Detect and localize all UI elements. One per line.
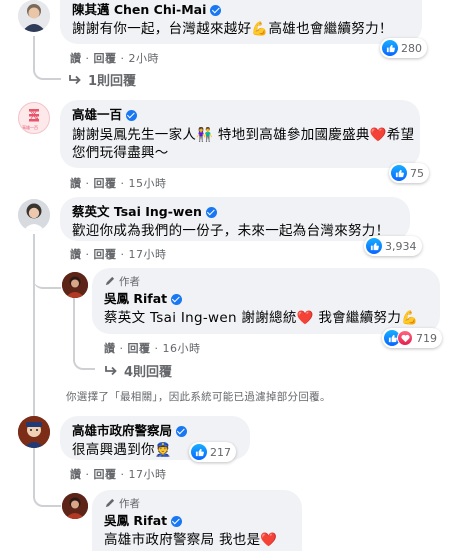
comment-bubble: 陳其邁 Chen Chi-Mai 謝謝有你一起，台灣越來越好💪高雄也會繼續努力！: [60, 0, 422, 44]
filter-note: 你選擇了「最相關」，因此系統可能已過濾掉部分回覆。: [66, 391, 331, 403]
comment-text-line: 謝謝吳鳳先生一家人👫 特地到高雄參加國慶盛典❤️希望: [72, 127, 415, 143]
like-reaction-icon: [391, 165, 407, 181]
reaction-count-text: 217: [210, 445, 231, 459]
person-photo-icon: [18, 0, 50, 32]
commenter-name[interactable]: 吳鳳 Rifat: [104, 291, 428, 307]
like-reaction-icon: [382, 40, 398, 56]
avatar-chen-chi-mai[interactable]: [18, 0, 50, 32]
commenter-name[interactable]: 蔡英文 Tsai Ing-wen: [72, 204, 398, 220]
commenter-name-text[interactable]: 高雄一百: [72, 107, 122, 123]
reaction-count-text: 280: [401, 41, 422, 55]
commenter-name[interactable]: 高雄市政府警察局: [72, 423, 238, 439]
reply-link[interactable]: 回覆: [94, 52, 117, 65]
commenter-name[interactable]: 高雄一百: [72, 107, 408, 123]
comment-text-line: 您們玩得盡興～: [72, 145, 169, 161]
view-replies-link[interactable]: 1則回覆: [68, 70, 136, 89]
person-photo-icon: [62, 272, 88, 298]
avatar-logo-label: 高雄一百: [22, 125, 38, 130]
comment-actions: 讚 · 回覆 · 16小時: [104, 342, 201, 355]
like-reaction-icon: [366, 238, 382, 254]
like-link[interactable]: 讚: [70, 52, 82, 65]
police-mascot-icon: [18, 416, 50, 448]
commenter-name[interactable]: 吳鳳 Rifat: [104, 513, 290, 529]
love-reaction-icon: [397, 330, 413, 346]
avatar-kaohsiung-police[interactable]: [18, 416, 50, 448]
verified-badge-icon: [210, 4, 222, 16]
timestamp[interactable]: 2小時: [129, 52, 160, 65]
like-link[interactable]: 讚: [104, 342, 116, 355]
view-replies-text[interactable]: 4則回覆: [124, 361, 172, 380]
author-label-text: 作者: [119, 276, 140, 288]
comment-text: 謝謝有你一起，台灣越來越好💪高雄也會繼續努力！: [72, 21, 393, 37]
like-link[interactable]: 讚: [70, 468, 82, 481]
commenter-name-text[interactable]: 高雄市政府警察局: [72, 423, 172, 439]
commenter-name-text[interactable]: 吳鳳 Rifat: [104, 513, 167, 529]
thread-line: [33, 234, 61, 289]
thread-line: [33, 452, 61, 507]
timestamp[interactable]: 17小時: [129, 468, 167, 481]
thread-line: [33, 36, 61, 80]
reply-arrow-icon: [105, 365, 117, 375]
reaction-count-text: 3,934: [385, 239, 417, 253]
commenter-name-text[interactable]: 吳鳳 Rifat: [104, 291, 167, 307]
author-label: 作者: [104, 274, 428, 289]
pen-author-icon: [105, 498, 115, 508]
reply-text: 高雄市政府警察局 我也是❤️: [104, 532, 278, 548]
view-replies-link[interactable]: 4則回覆: [104, 361, 172, 380]
comment-actions: 讚 · 回覆 · 17小時: [70, 248, 167, 261]
view-replies-text[interactable]: 1則回覆: [88, 70, 136, 89]
reply-bubble: 作者 吳鳳 Rifat 蔡英文 Tsai Ing-wen 謝謝總統❤️ 我會繼續…: [92, 268, 440, 334]
like-link[interactable]: 讚: [70, 248, 82, 261]
verified-badge-icon: [126, 109, 138, 121]
commenter-name[interactable]: 陳其邁 Chen Chi-Mai: [72, 2, 410, 18]
pen-author-icon: [105, 276, 115, 286]
avatar-rifat[interactable]: [62, 272, 88, 298]
reply-link[interactable]: 回覆: [128, 342, 151, 355]
reaction-count[interactable]: 280: [380, 38, 427, 58]
timestamp[interactable]: 16小時: [163, 342, 201, 355]
reaction-count[interactable]: 75: [389, 163, 429, 183]
like-reaction-icon: [191, 444, 207, 460]
reply-link[interactable]: 回覆: [94, 468, 117, 481]
verified-badge-icon: [176, 425, 188, 437]
reply-link[interactable]: 回覆: [94, 248, 117, 261]
reaction-count-text: 75: [410, 166, 424, 180]
comment-actions: 讚 · 回覆 · 17小時: [70, 468, 167, 481]
author-label-text: 作者: [119, 498, 140, 510]
like-link[interactable]: 讚: [70, 177, 82, 190]
reply-link[interactable]: 回覆: [94, 177, 117, 190]
commenter-name-text[interactable]: 蔡英文 Tsai Ing-wen: [72, 204, 202, 220]
comment-actions: 讚 · 回覆 · 15小時: [70, 177, 167, 190]
reaction-count[interactable]: 3,934: [364, 236, 422, 256]
reply-bubble: 作者 吳鳳 Rifat 高雄市政府警察局 我也是❤️: [92, 490, 302, 551]
reply-arrow-icon: [69, 74, 81, 84]
person-photo-icon: [62, 493, 88, 519]
reply-text: 蔡英文 Tsai Ing-wen 謝謝總統❤️ 我會繼續努力💪: [104, 310, 419, 326]
avatar-kaohsiung-100[interactable]: 𝕏 高雄一百: [18, 102, 50, 134]
timestamp[interactable]: 17小時: [129, 248, 167, 261]
verified-badge-icon: [205, 206, 217, 218]
comment-text: 歡迎你成為我們的一份子，未來一起為台灣來努力！: [72, 223, 390, 239]
comment-bubble: 高雄一百 謝謝吳鳳先生一家人👫 特地到高雄參加國慶盛典❤️希望 您們玩得盡興～: [60, 100, 420, 168]
thread-line: [73, 298, 95, 370]
author-label: 作者: [104, 496, 290, 511]
verified-badge-icon: [171, 293, 183, 305]
commenter-name-text[interactable]: 陳其邁 Chen Chi-Mai: [72, 2, 206, 18]
timestamp[interactable]: 15小時: [129, 177, 167, 190]
avatar-rifat[interactable]: [62, 493, 88, 519]
reaction-count[interactable]: 719: [382, 328, 442, 348]
verified-badge-icon: [171, 515, 183, 527]
reaction-count[interactable]: 217: [189, 442, 236, 462]
person-photo-icon: [18, 199, 50, 231]
avatar-tsai-ing-wen[interactable]: [18, 199, 50, 231]
comment-actions: 讚 · 回覆 · 2小時: [70, 52, 160, 65]
comment-bubble: 蔡英文 Tsai Ing-wen 歡迎你成為我們的一份子，未來一起為台灣來努力！: [60, 197, 410, 241]
reaction-count-text: 719: [416, 331, 437, 345]
